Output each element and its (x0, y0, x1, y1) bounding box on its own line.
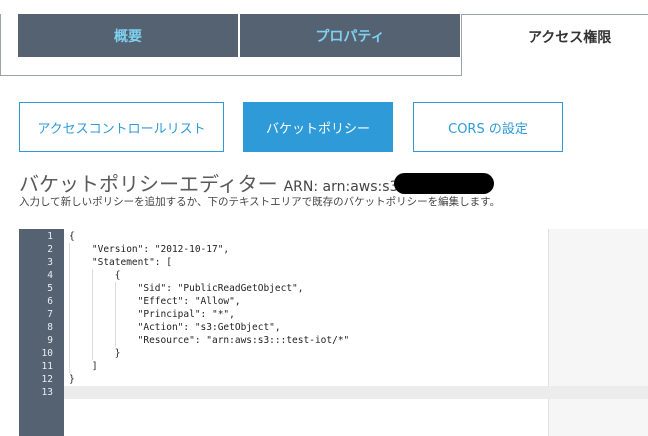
code-line: "Action": "s3:GetObject", (69, 322, 281, 333)
line-number: 9 (47, 335, 53, 346)
line-number: 11 (41, 361, 53, 372)
code-line: "Statement": [ (69, 257, 172, 268)
code-line: "Version": "2012-10-17", (69, 244, 230, 255)
tab-overview[interactable]: 概要 (18, 14, 238, 57)
code-line: ] (69, 361, 98, 372)
tab-properties[interactable]: プロパティ (240, 14, 460, 57)
line-number: 7 (47, 309, 53, 320)
tab-divider (0, 75, 462, 76)
line-number: 12 (41, 374, 53, 385)
editor-help-text: 入力して新しいポリシーを追加するか、下のテキストエリアで既存のバケットポリシーを… (19, 196, 501, 208)
line-number: 5 (47, 283, 53, 294)
bucket-policy-button-label: バケットポリシー (265, 121, 370, 137)
line-number: 2 (47, 244, 53, 255)
line-number-gutter: 1 2 3 4 5 6 7 8 9 10 11 12 13 (19, 229, 64, 436)
policy-code-editor[interactable]: 1 2 3 4 5 6 7 8 9 10 11 12 13 { "Version… (19, 229, 648, 436)
cors-button-label: CORS の設定 (448, 121, 528, 137)
code-line: } (69, 348, 121, 359)
tab-bar: 概要 プロパティ アクセス権限 (0, 0, 648, 78)
code-line: "Sid": "PublicReadGetObject", (69, 283, 304, 294)
tab-properties-label: プロパティ (315, 28, 385, 45)
code-line: } (69, 374, 75, 385)
line-number: 1 (47, 231, 53, 242)
code-text-area[interactable]: { "Version": "2012-10-17", "Statement": … (64, 229, 648, 436)
acl-button-label: アクセスコントロールリスト (37, 121, 206, 137)
code-line: "Resource": "arn:aws:s3:::test-iot/*" (69, 335, 350, 346)
code-line: { (69, 270, 121, 281)
tab-permissions[interactable]: アクセス権限 (461, 14, 648, 76)
code-line: "Effect": "Allow", (69, 296, 241, 307)
line-number: 8 (47, 322, 53, 333)
editor-title-text: バケットポリシーエディター (19, 172, 278, 196)
line-number: 3 (47, 257, 53, 268)
bucket-policy-button[interactable]: バケットポリシー (243, 102, 393, 152)
cors-button[interactable]: CORS の設定 (413, 102, 563, 152)
active-line-highlight (64, 386, 648, 399)
tab-permissions-label: アクセス権限 (528, 30, 612, 46)
line-number: 13 (41, 387, 53, 398)
acl-button[interactable]: アクセスコントロールリスト (19, 102, 224, 152)
line-number: 6 (47, 296, 53, 307)
line-number: 4 (47, 270, 53, 281)
line-number: 10 (41, 348, 53, 359)
tab-overview-label: 概要 (114, 28, 142, 45)
print-margin (548, 229, 648, 436)
code-line: "Principal": "*", (69, 309, 235, 320)
tab-divider (0, 14, 1, 76)
redaction-mark (394, 173, 494, 194)
code-line: { (69, 231, 75, 242)
